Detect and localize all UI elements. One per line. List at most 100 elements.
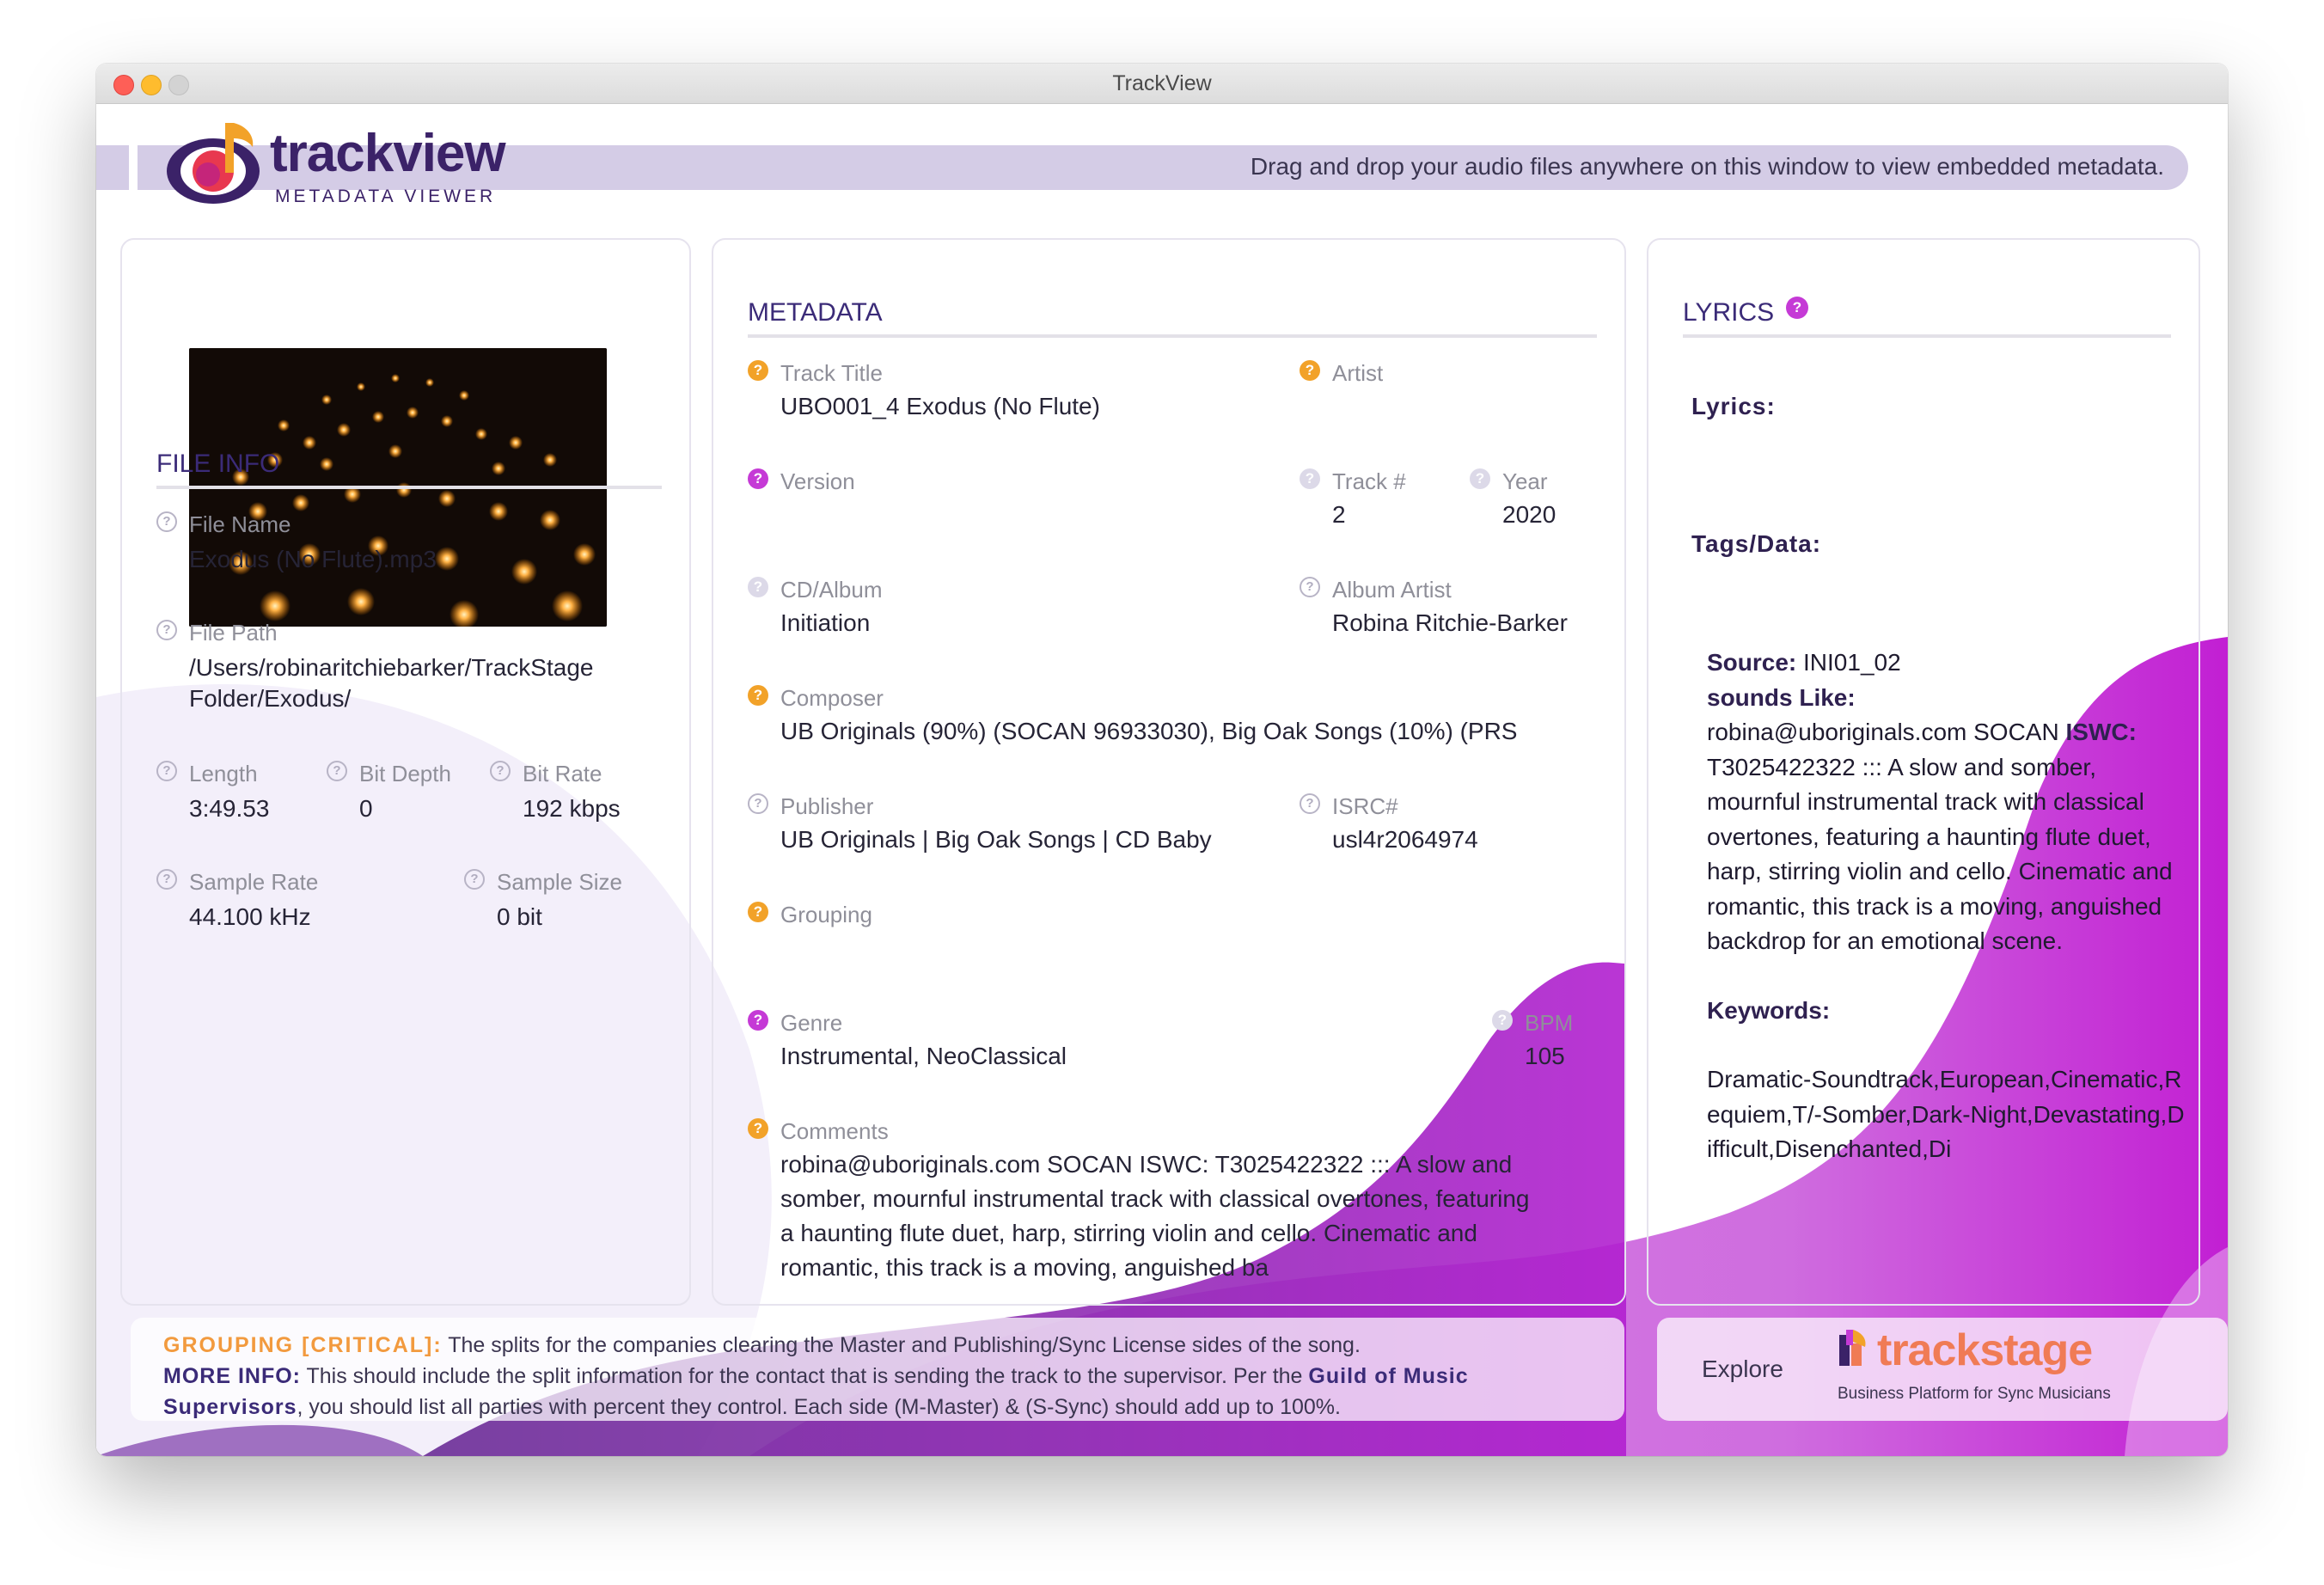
bit-rate-label: Bit Rate: [523, 761, 602, 786]
grouping-critical-text: The splits for the companies clearing th…: [442, 1333, 1361, 1357]
bit-depth-value: 0: [359, 795, 373, 822]
iswc-label: ISWC:: [2065, 719, 2137, 745]
lyrics-tags-content[interactable]: Source: INI01_02 sounds Like: robina@ubo…: [1707, 646, 2188, 1202]
sample-rate-help-icon[interactable]: ?: [156, 869, 177, 890]
metadata-title: METADATA: [748, 298, 883, 327]
file-path-value-line1: /Users/robinaritchiebarker/TrackStage: [189, 654, 594, 681]
grouping-label: Grouping: [780, 902, 872, 927]
trackstage-brand[interactable]: trackstage: [1877, 1325, 2093, 1376]
bit-depth-help-icon[interactable]: ?: [327, 761, 347, 781]
brand-subtitle: METADATA VIEWER: [275, 187, 497, 206]
isrc-help-icon[interactable]: ?: [1300, 793, 1320, 814]
file-info-divider: [156, 486, 662, 489]
album-value[interactable]: Initiation: [780, 606, 870, 640]
trackstage-promo[interactable]: Explore trackstage Business Platform for…: [1657, 1318, 2228, 1421]
keywords-text: Dramatic-Soundtrack,European,Cinematic,R…: [1707, 1066, 2185, 1162]
file-name-help-icon[interactable]: ?: [156, 511, 177, 532]
lyrics-title: LYRICS: [1683, 298, 1775, 327]
iswc-text: T3025422322 ::: A slow and somber, mourn…: [1707, 753, 2173, 955]
window-title: TrackView: [1112, 71, 1212, 95]
keywords-label: Keywords:: [1707, 996, 1831, 1024]
length-help-icon[interactable]: ?: [156, 761, 177, 781]
more-info-text-1: This should include the split informatio…: [301, 1364, 1309, 1388]
artist-label: Artist: [1332, 360, 1384, 386]
comments-label: Comments: [780, 1118, 889, 1144]
grouping-help-icon[interactable]: ?: [748, 902, 768, 922]
file-name-label: File Name: [189, 511, 291, 537]
trackstage-tagline: Business Platform for Sync Musicians: [1838, 1385, 2111, 1403]
album-artist-help-icon[interactable]: ?: [1300, 577, 1320, 597]
composer-label: Composer: [780, 685, 884, 711]
trackview-logo-icon: [167, 123, 260, 204]
lyrics-divider: [1683, 334, 2171, 338]
drop-zone[interactable]: trackview METADATA VIEWER Drag and drop …: [96, 104, 2228, 1456]
composer-help-icon[interactable]: ?: [748, 685, 768, 706]
brand-name: trackview: [270, 124, 506, 183]
album-artist-value[interactable]: Robina Ritchie-Barker: [1332, 606, 1568, 640]
genre-value[interactable]: Instrumental, NeoClassical: [780, 1039, 1067, 1074]
comments-value-line1[interactable]: robina@uboriginals.com SOCAN ISWC: T3025…: [780, 1147, 1512, 1182]
isrc-value[interactable]: usl4r2064974: [1332, 823, 1478, 857]
year-value[interactable]: 2020: [1502, 498, 1556, 532]
bit-depth-label: Bit Depth: [359, 761, 451, 786]
track-title-value[interactable]: UBO001_4 Exodus (No Flute): [780, 389, 1100, 424]
artist-help-icon[interactable]: ?: [1300, 360, 1320, 381]
more-info-text-2: , you should list all parties with perce…: [297, 1395, 1341, 1419]
bpm-value[interactable]: 105: [1525, 1039, 1565, 1074]
file-name-value: Exodus (No Flute).mp3: [189, 546, 437, 572]
comments-value-line4[interactable]: romantic, this track is a moving, anguis…: [780, 1251, 1269, 1285]
file-path-value-line2: Folder/Exodus/: [189, 685, 352, 712]
publisher-label: Publisher: [780, 793, 874, 819]
genre-help-icon[interactable]: ?: [748, 1010, 768, 1031]
comments-help-icon[interactable]: ?: [748, 1118, 768, 1139]
album-artist-label: Album Artist: [1332, 577, 1452, 603]
length-value: 3:49.53: [189, 795, 270, 822]
comments-value-line3[interactable]: a haunting flute duet, harp, stirring vi…: [780, 1216, 1477, 1251]
app-window: TrackView trackview METADATA VIEWER Drag…: [96, 64, 2228, 1456]
version-help-icon[interactable]: ?: [748, 468, 768, 489]
length-label: Length: [189, 761, 258, 786]
drop-instructions: Drag and drop your audio files anywhere …: [1250, 153, 2164, 180]
sounds-like-text: robina@uboriginals.com SOCAN: [1707, 719, 2066, 745]
file-path-label: File Path: [189, 620, 278, 646]
album-help-icon[interactable]: ?: [748, 577, 768, 597]
header-band-divider: [129, 145, 138, 190]
sample-size-label: Sample Size: [497, 869, 622, 895]
composer-value[interactable]: UB Originals (90%) (SOCAN 96933030), Big…: [780, 714, 1517, 749]
explore-label[interactable]: Explore: [1702, 1356, 1783, 1383]
file-info-title: FILE INFO: [156, 450, 280, 478]
metadata-divider: [748, 334, 1597, 338]
sample-size-value: 0 bit: [497, 903, 542, 930]
publisher-value[interactable]: UB Originals | Big Oak Songs | CD Baby: [780, 823, 1212, 857]
sample-size-help-icon[interactable]: ?: [464, 869, 485, 890]
bpm-label: BPM: [1525, 1010, 1574, 1036]
track-title-help-icon[interactable]: ?: [748, 360, 768, 381]
more-info-label: MORE INFO:: [163, 1364, 301, 1388]
source-value: INI01_02: [1796, 649, 1901, 676]
source-label: Source:: [1707, 649, 1797, 676]
album-label: CD/Album: [780, 577, 883, 603]
lyrics-help-icon[interactable]: ?: [1786, 297, 1808, 319]
track-title-label: Track Title: [780, 360, 883, 386]
grouping-info-box: GROUPING [CRITICAL]: The splits for the …: [131, 1318, 1624, 1421]
tags-field-label: Tags/Data:: [1691, 530, 1822, 557]
comments-value-line2[interactable]: somber, mournful instrumental track with…: [780, 1182, 1530, 1216]
bit-rate-value: 192 kbps: [523, 795, 621, 822]
version-label: Version: [780, 468, 855, 494]
publisher-help-icon[interactable]: ?: [748, 793, 768, 814]
year-help-icon[interactable]: ?: [1470, 468, 1490, 489]
bpm-help-icon[interactable]: ?: [1492, 1010, 1513, 1031]
year-label: Year: [1502, 468, 1548, 494]
track-number-value[interactable]: 2: [1332, 498, 1346, 532]
track-number-help-icon[interactable]: ?: [1300, 468, 1320, 489]
genre-label: Genre: [780, 1010, 843, 1036]
isrc-label: ISRC#: [1332, 793, 1398, 819]
sample-rate-label: Sample Rate: [189, 869, 319, 895]
grouping-critical-label: GROUPING [CRITICAL]:: [163, 1333, 443, 1357]
lyrics-field-label: Lyrics:: [1691, 393, 1776, 419]
sample-rate-value: 44.100 kHz: [189, 903, 311, 930]
bit-rate-help-icon[interactable]: ?: [490, 761, 511, 781]
sounds-like-label: sounds Like:: [1707, 683, 1856, 711]
file-path-help-icon[interactable]: ?: [156, 620, 177, 640]
title-bar[interactable]: TrackView: [96, 64, 2228, 104]
